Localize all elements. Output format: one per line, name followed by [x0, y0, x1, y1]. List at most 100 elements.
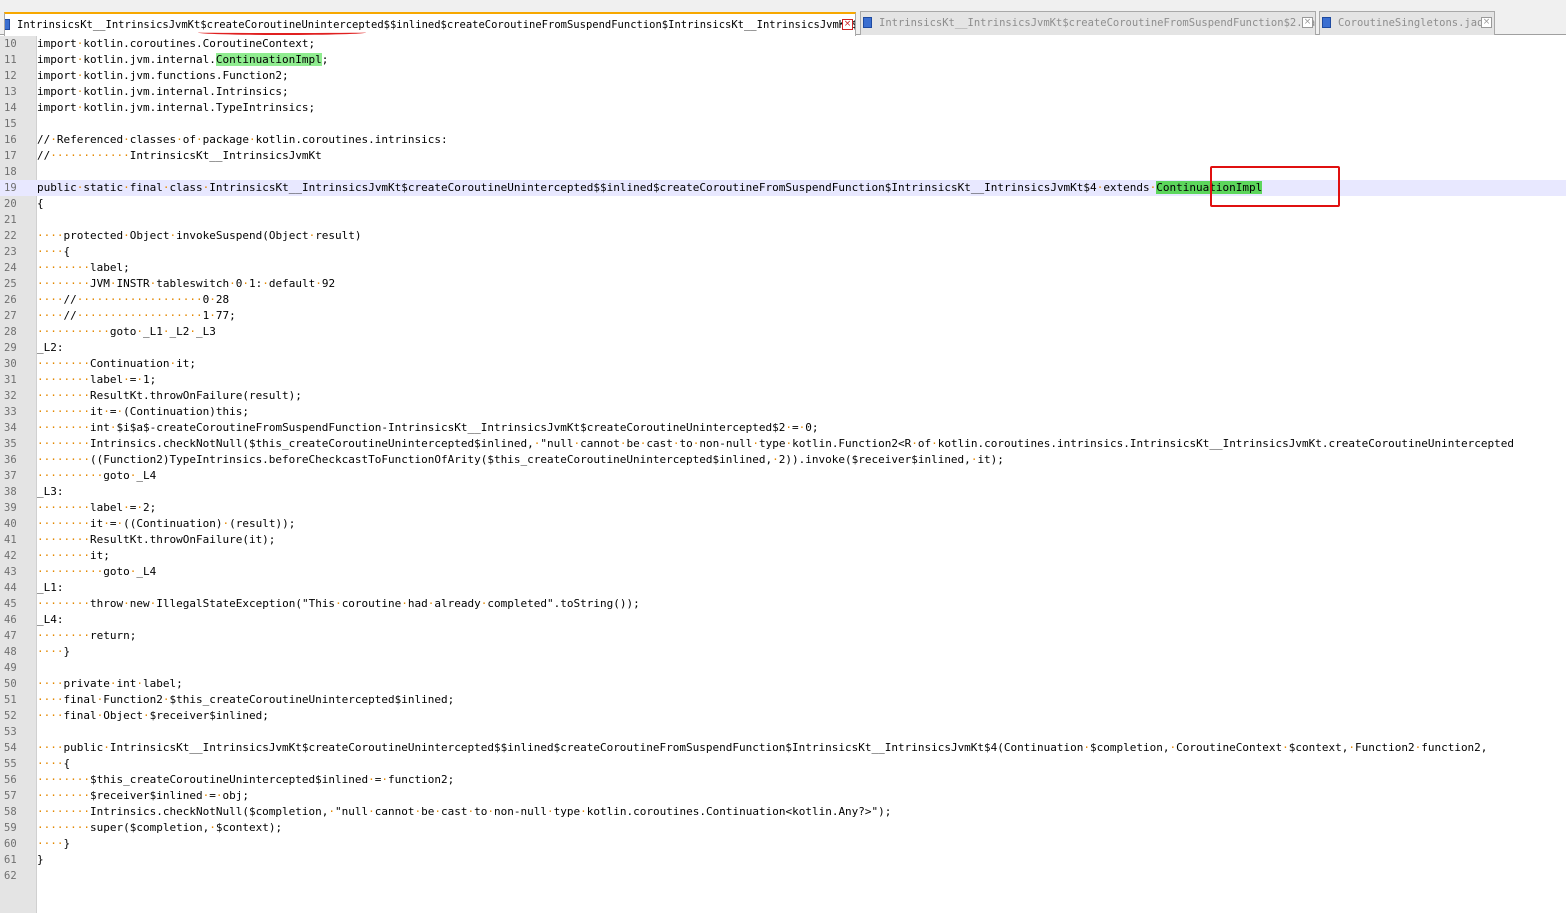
tab-intrinsics-jvmkt-2[interactable]: IntrinsicsKt__IntrinsicsJvmKt$createCoro… [860, 11, 1316, 35]
line-number: 26 [4, 294, 17, 306]
code-line[interactable]: 21 [0, 212, 1566, 228]
line-number: 24 [4, 262, 17, 274]
code-line[interactable]: 24 ········label; [0, 260, 1566, 276]
code-line[interactable]: 42 ········it; [0, 548, 1566, 564]
line-number: 48 [4, 646, 17, 658]
code-text: ········JVM·INSTR·tableswitch·0·1:·defau… [37, 277, 336, 290]
code-line[interactable]: 39 ········label·=·2; [0, 500, 1566, 516]
line-number: 15 [4, 118, 17, 130]
line-number: 46 [4, 614, 17, 626]
file-icon [5, 19, 10, 30]
line-number: 60 [4, 838, 17, 850]
code-text: import·kotlin.jvm.internal.TypeIntrinsic… [37, 101, 316, 114]
code-text: import·kotlin.coroutines.CoroutineContex… [37, 37, 316, 50]
code-line[interactable]: 34 ········int·$i$a$-createCoroutineFromS… [0, 420, 1566, 436]
code-line[interactable]: 14 import·kotlin.jvm.internal.TypeIntrins… [0, 100, 1566, 116]
line-number: 14 [4, 102, 17, 114]
code-text: ····final·Object·$receiver$inlined; [37, 709, 269, 722]
code-line[interactable]: 29 _L2: [0, 340, 1566, 356]
code-line[interactable]: 56 ········$this_createCoroutineUninterce… [0, 772, 1566, 788]
line-number: 18 [4, 166, 17, 178]
code-line[interactable]: 45 ········throw·new·IllegalStateExceptio… [0, 596, 1566, 612]
code-text: ········Continuation·it; [37, 357, 196, 370]
code-line[interactable]: 57 ········$receiver$inlined·=·obj; [0, 788, 1566, 804]
code-line[interactable]: 59 ········super($completion,·$context); [0, 820, 1566, 836]
code-editor[interactable]: 10 import·kotlin.coroutines.CoroutineCont… [0, 36, 1566, 884]
code-line[interactable]: 50 ····private·int·label; [0, 676, 1566, 692]
line-number: 62 [4, 870, 17, 882]
close-icon[interactable]: × [1302, 17, 1313, 28]
code-line[interactable]: 48 ····} [0, 644, 1566, 660]
line-number: 12 [4, 70, 17, 82]
code-line[interactable]: 40 ········it·=·((Continuation)·(result))… [0, 516, 1566, 532]
line-number: 52 [4, 710, 17, 722]
code-text: { [37, 197, 44, 210]
line-number: 27 [4, 310, 17, 322]
tab-intrinsics-jvmkt-4[interactable]: IntrinsicsKt__IntrinsicsJvmKt$createCoro… [4, 12, 856, 36]
code-text: public·static·final·class·IntrinsicsKt__… [37, 181, 1263, 194]
code-line[interactable]: 12 import·kotlin.jvm.functions.Function2; [0, 68, 1566, 84]
code-text: ····//···················0·28 [37, 293, 230, 306]
code-line[interactable]: 49 [0, 660, 1566, 676]
code-text: ········int·$i$a$-createCoroutineFromSus… [37, 421, 819, 434]
code-line[interactable]: 61} [0, 852, 1566, 868]
code-line[interactable]: 51 ····final·Function2·$this_createCorout… [0, 692, 1566, 708]
code-line[interactable]: 41 ········ResultKt.throwOnFailure(it); [0, 532, 1566, 548]
code-text: ····{ [37, 757, 71, 770]
code-text: ····{ [37, 245, 71, 258]
code-line[interactable]: 15 [0, 116, 1566, 132]
code-line[interactable]: 55 ····{ [0, 756, 1566, 772]
close-icon[interactable]: × [1481, 17, 1492, 28]
code-line[interactable]: 43 ··········goto·_L4 [0, 564, 1566, 580]
line-number: 16 [4, 134, 17, 146]
line-number: 10 [4, 38, 17, 50]
code-line[interactable]: 28 ···········goto·_L1·_L2·_L3 [0, 324, 1566, 340]
tab-label: IntrinsicsKt__IntrinsicsJvmKt$createCoro… [879, 17, 1316, 29]
code-line[interactable]: 35 ········Intrinsics.checkNotNull($this_… [0, 436, 1566, 452]
code-line[interactable]: 52 ····final·Object·$receiver$inlined; [0, 708, 1566, 724]
code-line[interactable]: 33 ········it·=·(Continuation)this; [0, 404, 1566, 420]
code-line[interactable]: 16 //·Referenced·classes·of·package·kotli… [0, 132, 1566, 148]
code-line[interactable]: 30 ········Continuation·it; [0, 356, 1566, 372]
code-line[interactable]: 53 [0, 724, 1566, 740]
line-number: 41 [4, 534, 17, 546]
code-line[interactable]: 60 ····} [0, 836, 1566, 852]
close-icon[interactable]: × [842, 19, 853, 30]
code-line[interactable]: 10 import·kotlin.coroutines.CoroutineCont… [0, 36, 1566, 52]
line-number: 28 [4, 326, 17, 338]
code-text: _L2: [37, 341, 64, 354]
code-text: ········it·=·(Continuation)this; [37, 405, 249, 418]
code-line[interactable]: 25 ········JVM·INSTR·tableswitch·0·1:·def… [0, 276, 1566, 292]
code-line[interactable]: 58 ········Intrinsics.checkNotNull($compl… [0, 804, 1566, 820]
code-text: ····final·Function2·$this_createCoroutin… [37, 693, 455, 706]
code-line[interactable]: 32 ········ResultKt.throwOnFailure(result… [0, 388, 1566, 404]
red-box-annotation [1210, 166, 1340, 207]
code-text: ····public·IntrinsicsKt__IntrinsicsJvmKt… [37, 741, 1488, 754]
code-text: ········Intrinsics.checkNotNull($complet… [37, 805, 892, 818]
code-line[interactable]: 26 ····//···················0·28 [0, 292, 1566, 308]
code-text: _L3: [37, 485, 64, 498]
code-line[interactable]: 46 _L4: [0, 612, 1566, 628]
code-text: ····protected·Object·invokeSuspend(Objec… [37, 229, 362, 242]
code-line[interactable]: 22 ····protected·Object·invokeSuspend(Obj… [0, 228, 1566, 244]
code-line[interactable]: 47 ········return; [0, 628, 1566, 644]
code-line[interactable]: 11 import·kotlin.jvm.internal.Continuatio… [0, 52, 1566, 68]
line-number: 13 [4, 86, 17, 98]
code-line[interactable]: 31 ········label·=·1; [0, 372, 1566, 388]
code-line[interactable]: 27 ····//···················1·77; [0, 308, 1566, 324]
tab-coroutine-singletons[interactable]: CoroutineSingletons.jad × [1319, 11, 1495, 35]
line-number: 45 [4, 598, 17, 610]
code-line[interactable]: 37 ··········goto·_L4 [0, 468, 1566, 484]
code-line[interactable]: 17 //············IntrinsicsKt__Intrinsics… [0, 148, 1566, 164]
code-line[interactable]: 23 ····{ [0, 244, 1566, 260]
code-text: ····} [37, 645, 71, 658]
line-number: 47 [4, 630, 17, 642]
code-line[interactable]: 38 _L3: [0, 484, 1566, 500]
code-line[interactable]: 62 [0, 868, 1566, 884]
code-line[interactable]: 36 ········((Function2)TypeIntrinsics.bef… [0, 452, 1566, 468]
code-line[interactable]: 44 _L1: [0, 580, 1566, 596]
code-line[interactable]: 54 ····public·IntrinsicsKt__IntrinsicsJvm… [0, 740, 1566, 756]
code-line[interactable]: 13 import·kotlin.jvm.internal.Intrinsics; [0, 84, 1566, 100]
code-text: ········((Function2)TypeIntrinsics.befor… [37, 453, 1004, 466]
code-text: ········it·=·((Continuation)·(result)); [37, 517, 296, 530]
